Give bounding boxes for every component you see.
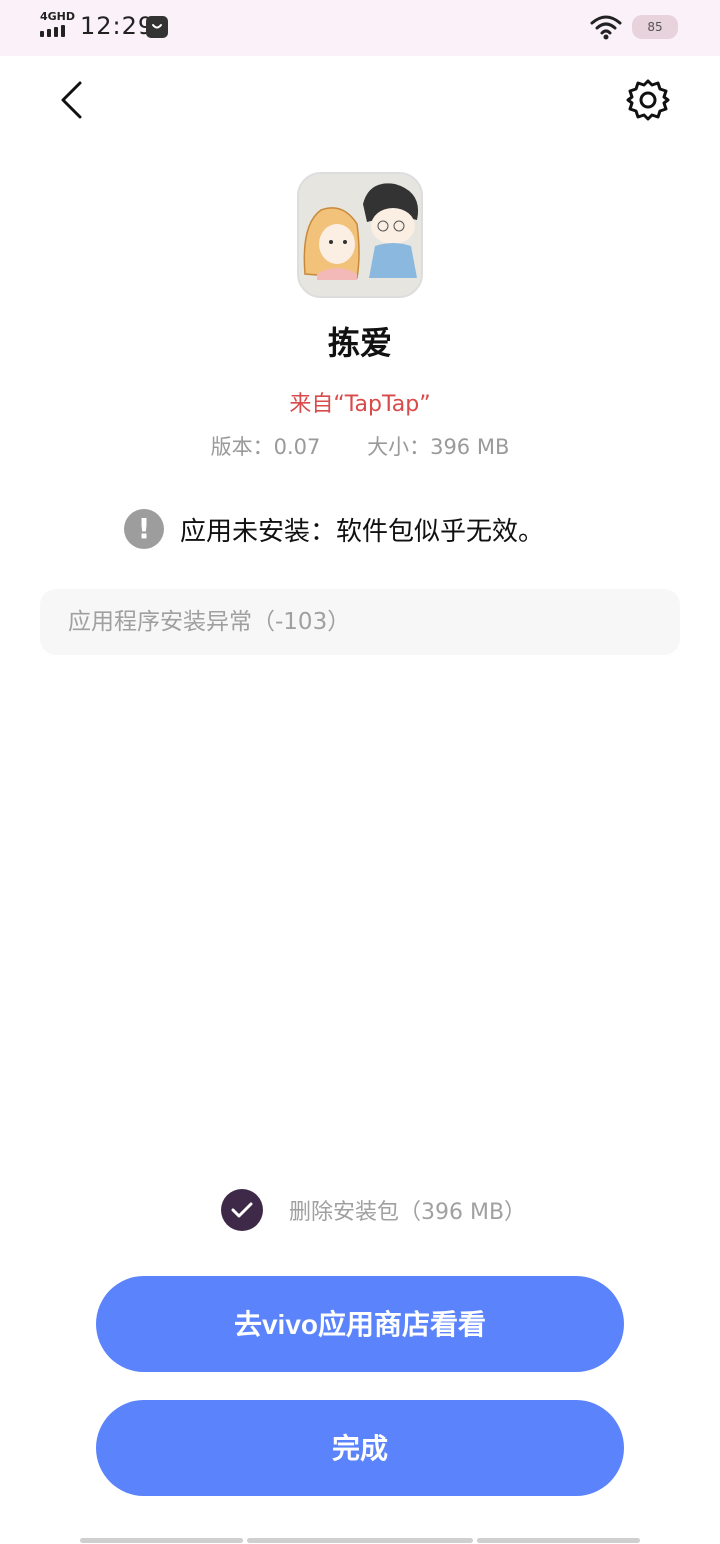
delete-package-label: 删除安装包（396 MB） — [289, 1200, 527, 1225]
gear-icon — [626, 79, 670, 121]
notification-bag-icon — [146, 16, 168, 38]
app-size: 大小：396 MB — [367, 435, 510, 459]
app-version: 版本：0.07 — [210, 435, 321, 459]
app-meta: 版本：0.07 大小：396 MB — [0, 431, 720, 461]
wifi-icon — [590, 15, 622, 40]
battery-icon: 85 — [632, 15, 678, 39]
app-name: 拣爱 — [327, 324, 392, 362]
nav-segment[interactable] — [247, 1538, 473, 1543]
nav-segment[interactable] — [477, 1538, 640, 1543]
battery-level: 85 — [647, 20, 663, 34]
settings-button[interactable] — [626, 78, 670, 122]
error-message: 应用未安装：软件包似乎无效。 — [180, 516, 545, 547]
back-button[interactable] — [52, 80, 92, 120]
app-illustration-icon — [299, 174, 421, 296]
chevron-left-icon — [61, 81, 82, 119]
warning-icon: ! — [124, 509, 164, 549]
app-source: 来自“TapTap” — [289, 392, 431, 417]
open-app-store-button[interactable]: 去vivo应用商店看看 — [96, 1276, 624, 1372]
clock: 12:29 — [80, 12, 155, 40]
nav-segment[interactable] — [80, 1538, 243, 1543]
checkmark-icon — [221, 1189, 263, 1231]
app-icon — [297, 172, 423, 298]
status-bar: 4GHD 12:29 85 — [0, 0, 720, 56]
network-type: 4GHD — [40, 10, 76, 23]
error-detail: 应用程序安装异常（-103） — [40, 589, 680, 655]
install-error: ! 应用未安装：软件包似乎无效。 — [124, 508, 544, 550]
navigation-bar[interactable] — [80, 1538, 640, 1543]
done-button[interactable]: 完成 — [96, 1400, 624, 1496]
signal-icon — [40, 25, 65, 37]
delete-package-checkbox[interactable]: 删除安装包（396 MB） — [221, 1189, 526, 1231]
